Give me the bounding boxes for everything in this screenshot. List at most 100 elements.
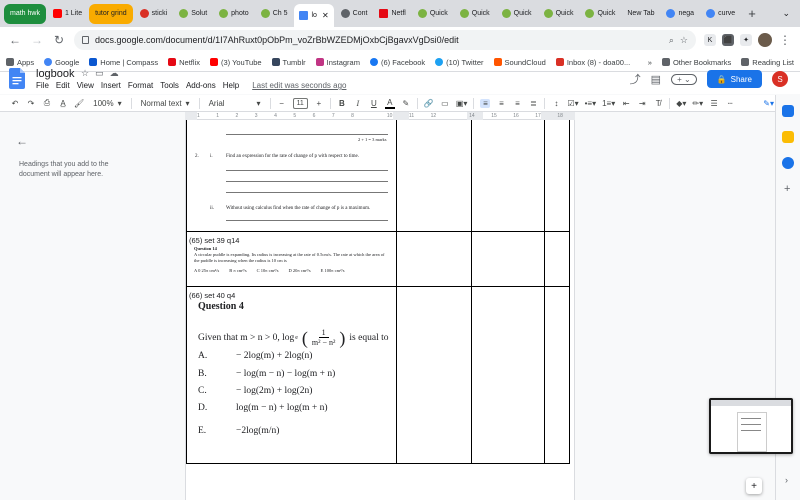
align-right-icon[interactable]: ≡	[512, 99, 522, 108]
style-select[interactable]: Normal text ▾	[138, 99, 193, 108]
menu-file[interactable]: File	[36, 81, 49, 90]
menu-insert[interactable]: Insert	[101, 81, 121, 90]
bookmark-compass[interactable]: Home | Compass	[89, 58, 158, 67]
tab-quick-5[interactable]: Quick	[580, 4, 620, 24]
font-size-increase-icon[interactable]: +	[314, 99, 324, 108]
reload-icon[interactable]: ↻	[52, 33, 66, 47]
horizontal-ruler[interactable]: 1 1 2 3 4 5 6 7 8 10 11 12 14 15 16 17 1…	[185, 112, 575, 120]
menu-help[interactable]: Help	[223, 81, 239, 90]
image-icon[interactable]: ▣▾	[456, 99, 468, 108]
keep-icon[interactable]	[782, 131, 794, 143]
bookmark-youtube[interactable]: (3) YouTube	[209, 58, 262, 67]
tab-search-chevron-icon[interactable]: ⌄	[782, 8, 796, 19]
paint-format-icon[interactable]: 🖌	[74, 99, 84, 108]
tab-google-nega[interactable]: nega	[661, 4, 699, 24]
font-select[interactable]: Arial ▾	[206, 99, 264, 108]
comment-icon[interactable]: ▭	[440, 99, 450, 108]
checklist-icon[interactable]: ☑▾	[567, 99, 578, 108]
tab-youtube[interactable]: 1 Lite	[48, 4, 87, 24]
bookmark-apps[interactable]: Apps	[6, 58, 34, 67]
numbered-list-icon[interactable]: 1≡▾	[602, 99, 615, 108]
tab-quick-1[interactable]: Quick	[413, 4, 453, 24]
hide-panel-chevron-icon[interactable]: ›	[785, 475, 788, 485]
menu-edit[interactable]: Edit	[56, 81, 70, 90]
tab-new-tab[interactable]: New Tab	[622, 4, 659, 24]
line-spacing-icon[interactable]: ↕	[551, 99, 561, 108]
google-docs-logo-icon[interactable]	[9, 68, 25, 89]
bookmark-other-folder[interactable]: Other Bookmarks	[661, 58, 731, 67]
bookmark-reading-list[interactable]: Reading List	[741, 58, 794, 67]
bulleted-list-icon[interactable]: •≡▾	[585, 99, 596, 108]
menu-format[interactable]: Format	[128, 81, 153, 90]
bookmark-soundcloud[interactable]: SoundCloud	[493, 58, 546, 67]
puzzle-extensions-icon[interactable]: ✦	[740, 34, 752, 46]
increase-indent-icon[interactable]: ⇥	[637, 99, 647, 108]
forward-arrow-icon[interactable]: →	[30, 33, 44, 47]
zoom-select[interactable]: 100% ▾	[90, 99, 124, 108]
document-title[interactable]: logbook	[36, 68, 75, 80]
bookmark-tumblr[interactable]: Tumblr	[271, 58, 306, 67]
spellcheck-icon[interactable]: A̲	[58, 99, 68, 108]
italic-icon[interactable]: I	[353, 99, 363, 108]
menu-tools[interactable]: Tools	[160, 81, 179, 90]
new-tab-plus-icon[interactable]: +	[742, 6, 762, 21]
border-width-icon[interactable]: ☰	[709, 99, 719, 108]
document-page[interactable]: 2 + 1 = 3 marks 2. i. Find an expression…	[185, 120, 575, 500]
font-size-decrease-icon[interactable]: −	[277, 99, 287, 108]
bookmark-twitter[interactable]: (10) Twitter	[435, 58, 484, 67]
zoom-lens-icon[interactable]: ⌕	[669, 35, 674, 46]
close-icon[interactable]: ✕	[322, 11, 329, 20]
tab-group-tutor-grind[interactable]: tutor grind	[89, 3, 133, 24]
bold-icon[interactable]: B	[337, 99, 347, 108]
tab-quick-4[interactable]: Quick	[539, 4, 579, 24]
star-bookmark-icon[interactable]: ☆	[680, 35, 688, 46]
text-color-icon[interactable]: A	[384, 98, 395, 109]
back-arrow-icon[interactable]: ←	[8, 33, 22, 47]
bookmark-netflix[interactable]: Netflix	[168, 58, 200, 67]
underline-icon[interactable]: U	[369, 99, 379, 108]
bookmark-instagram[interactable]: Instagram	[315, 58, 360, 67]
extension-icon[interactable]: K	[704, 34, 716, 46]
activity-trend-icon[interactable]: ⤴	[630, 71, 641, 87]
align-left-icon[interactable]: ≡	[480, 98, 491, 108]
bookmark-facebook[interactable]: (6) Facebook	[369, 58, 425, 67]
align-center-icon[interactable]: ≡	[496, 99, 506, 108]
star-icon[interactable]: ☆	[81, 68, 89, 79]
tab-solutions[interactable]: Solut	[174, 4, 212, 24]
explore-plus-icon[interactable]: +	[746, 478, 762, 494]
tab-sticky[interactable]: sticki	[135, 4, 173, 24]
tab-netflix[interactable]: Netfl	[374, 4, 410, 24]
profile-avatar[interactable]	[758, 33, 772, 47]
menu-kebab-icon[interactable]: ⋮	[778, 33, 792, 47]
font-size-input[interactable]: 11	[292, 97, 308, 109]
share-button[interactable]: 🔒 Share	[706, 70, 762, 88]
print-icon[interactable]: ⎙	[42, 98, 52, 108]
move-folder-icon[interactable]: ▭	[95, 68, 104, 79]
cell-fill-icon[interactable]: ◆▾	[676, 99, 686, 108]
redo-icon[interactable]: ↷	[26, 99, 36, 108]
back-arrow-icon[interactable]: ←	[16, 134, 28, 148]
link-icon[interactable]: 🔗	[424, 99, 434, 108]
highlight-icon[interactable]: ✎	[401, 99, 411, 108]
cloud-saved-icon[interactable]: ☁	[110, 68, 119, 79]
window-thumbnail-preview[interactable]	[709, 398, 793, 454]
comment-history-icon[interactable]: ▤	[651, 73, 661, 86]
address-bar[interactable]: docs.google.com/document/d/1I7AhRuxt0pOb…	[74, 30, 696, 50]
tab-quick-3[interactable]: Quick	[497, 4, 537, 24]
justify-icon[interactable]: ≣	[528, 99, 538, 108]
bookmarks-overflow-chevron-icon[interactable]: »	[648, 58, 652, 67]
last-edit-link[interactable]: Last edit was seconds ago	[252, 81, 346, 90]
tab-photo[interactable]: photo	[214, 4, 254, 24]
border-color-icon[interactable]: ✏▾	[692, 99, 703, 108]
tab-google-curve[interactable]: curve	[701, 4, 740, 24]
decrease-indent-icon[interactable]: ⇤	[621, 99, 631, 108]
tab-ch5[interactable]: Ch 5	[256, 4, 293, 24]
meet-present-icon[interactable]: + ⌄	[671, 73, 697, 85]
bookmark-inbox[interactable]: Inbox (8) - doa00...	[555, 58, 630, 67]
editing-mode-pencil-icon[interactable]: ✎▾	[763, 99, 774, 108]
menu-addons[interactable]: Add-ons	[186, 81, 216, 90]
bookmark-google[interactable]: Google	[44, 58, 79, 67]
undo-icon[interactable]: ↶	[10, 99, 20, 108]
tasks-icon[interactable]	[782, 157, 794, 169]
tab-group-math-hwk[interactable]: math hwk	[4, 3, 46, 24]
